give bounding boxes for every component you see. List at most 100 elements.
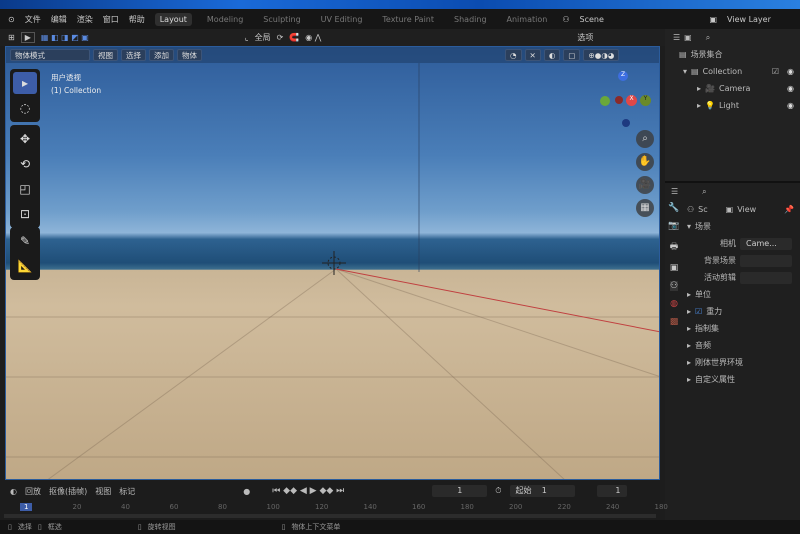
outliner-item-light[interactable]: ▸ 💡 Light ◉ [665,97,800,114]
eye-icon[interactable]: ◉ [787,84,794,93]
axis-y[interactable]: Y [640,95,651,106]
menu-select[interactable]: 选择 [121,49,146,61]
3d-viewport[interactable]: 物体模式 视图 选择 添加 物体 ◔ ✕ ◐ ▢ ⊕●◑◕ 用户透视 (1) C… [5,46,660,480]
world-tab-icon[interactable]: ◍ [670,299,678,309]
search-icon[interactable]: ⌕ [702,187,706,197]
menu-object[interactable]: 物体 [177,49,202,61]
eye-icon[interactable]: ◉ [787,101,794,110]
outliner-scene-collection[interactable]: ▤ 场景集合 [665,46,800,63]
axis-z[interactable]: Z [618,71,628,81]
search-icon[interactable]: ⌕ [706,33,710,43]
panel-custom-properties[interactable]: ▸ 自定义属性 [687,371,800,388]
expand-icon[interactable]: ▾ [683,67,687,76]
mode-select[interactable]: 物体模式 [10,49,90,61]
panel-audio[interactable]: ▸ 音频 [687,337,800,354]
snap-icon[interactable]: 🧲 [289,33,299,42]
perspective-grid-icon[interactable]: ▦ [636,199,654,217]
zoom-icon[interactable]: ⌕ [636,130,654,148]
tab-texture-paint[interactable]: Texture Paint [377,13,439,26]
gizmo-toggle-icon[interactable]: ✕ [524,49,541,61]
tab-modeling[interactable]: Modeling [202,13,248,26]
shading-modes-icon[interactable]: ⊕●◑◕ [583,49,620,61]
proportional-icon[interactable]: ◉ ⋀ [305,33,321,42]
background-scene-field[interactable] [740,254,792,267]
move-icon[interactable]: ✥ [13,128,37,150]
scene-tab-icon[interactable]: ⚇ [669,281,679,291]
tool-tab-icon[interactable]: 🔧 [668,203,679,213]
editor-type-icon[interactable]: ⊞ [8,33,15,42]
checkbox-icon[interactable]: ☑ [772,67,779,76]
texture-tab-icon[interactable]: ▩ [670,317,679,327]
measure-icon[interactable]: 📐 [13,255,37,277]
axis-x[interactable]: X [626,95,637,106]
view-layer-selector[interactable]: View Layer [727,15,771,24]
tab-layout[interactable]: Layout [154,12,192,26]
end-frame-field[interactable]: 1 [596,485,627,497]
menu-marker[interactable]: 标记 [119,486,135,497]
transform-orientation-select[interactable]: 全局 [255,32,271,43]
pan-hand-icon[interactable]: ✋ [636,153,654,171]
current-frame-field[interactable]: 1 [432,485,488,497]
options-menu[interactable]: 选项 [577,32,593,43]
panel-gravity[interactable]: ▸ ☑ 重力 [687,303,800,320]
panel-scene[interactable]: ▾ 场景 [687,218,800,235]
tab-sculpting[interactable]: Sculpting [258,13,305,26]
pin-icon[interactable]: 📌 [784,205,794,214]
blender-logo-icon[interactable]: ⊙ [8,15,15,24]
view-layer-tab-icon[interactable]: ▣ [670,263,679,273]
navigation-gizmo[interactable]: Z X Y [592,69,652,129]
outliner-item-camera[interactable]: ▸ 🎥 Camera ◉ [665,80,800,97]
gravity-checkbox[interactable]: ☑ [695,307,702,316]
panel-units[interactable]: ▸ 单位 [687,286,800,303]
tab-shading[interactable]: Shading [449,13,492,26]
overlay-icon[interactable]: ◐ [543,49,561,61]
menu-edit[interactable]: 编辑 [51,14,67,25]
editor-type-icon[interactable]: ☰ [671,187,678,196]
transform-icon[interactable]: ⊡ [13,203,37,225]
display-mode-icon[interactable]: ▣ [684,33,692,42]
output-tab-icon[interactable]: 🖶 [670,239,679,255]
menu-view[interactable]: 视图 [93,49,118,61]
frame-ruler[interactable]: 1 20 40 60 80 100 120 140 160 180 200 220 240 180 [0,502,668,514]
axis-neg-x[interactable] [615,96,623,104]
select-tool-icon[interactable]: ▶ [20,32,35,43]
panel-keying-sets[interactable]: ▸ 指制集 [687,320,800,337]
xray-icon[interactable]: ▢ [563,49,581,61]
axis-neg-z[interactable] [622,119,630,127]
menu-view[interactable]: 视图 [95,486,111,497]
panel-rigid-body-world[interactable]: ▸ 刚体世界环境 [687,354,800,371]
record-icon[interactable]: ● [243,487,250,496]
eye-icon[interactable]: ◉ [787,67,794,76]
cursor-icon[interactable]: ◌ [13,97,37,119]
rotate-icon[interactable]: ⟲ [13,153,37,175]
menu-help[interactable]: 帮助 [129,14,145,25]
annotate-icon[interactable]: ✎ [13,230,37,252]
menu-keying[interactable]: 抠像(插帧) [49,486,87,497]
expand-icon[interactable]: ▸ [697,84,701,93]
outliner-filter-icon[interactable]: ☰ [673,33,680,42]
pivot-icon[interactable]: ⟳ [277,33,284,42]
active-clip-field[interactable] [740,271,792,284]
tab-animation[interactable]: Animation [502,13,553,26]
outliner-collection[interactable]: ▾ ▤ Collection ☑ ◉ [665,63,800,80]
render-tab-icon[interactable]: 📷 [668,221,679,231]
camera-view-icon[interactable]: 🎥 [636,176,654,194]
expand-icon[interactable]: ▸ [697,101,701,110]
menu-add[interactable]: 添加 [149,49,174,61]
menu-playback[interactable]: 回放 [25,486,41,497]
camera-field[interactable]: Came... [740,237,792,250]
menu-window[interactable]: 窗口 [103,14,119,25]
axis-neg-y[interactable] [600,96,610,106]
start-frame-field[interactable]: 起始 1 [509,485,575,497]
scale-icon[interactable]: ◰ [13,178,37,200]
tab-uv-editing[interactable]: UV Editing [316,13,368,26]
select-mode-icons[interactable]: ▦ ◧ ◨ ◩ ▣ [41,33,89,42]
timeline-editor-icon[interactable]: ◐ [10,487,17,496]
timeline-scrollbar[interactable] [4,514,656,518]
scene-selector[interactable]: Scene [579,15,699,24]
menu-file[interactable]: 文件 [25,14,41,25]
select-box-icon[interactable]: ▸ [13,72,37,94]
visibility-icon[interactable]: ◔ [505,49,522,61]
menu-render[interactable]: 渲染 [77,14,93,25]
playback-controls[interactable]: ⏮ ◆◆ ◀ ▶ ◆◆ ⏭ [272,486,344,496]
